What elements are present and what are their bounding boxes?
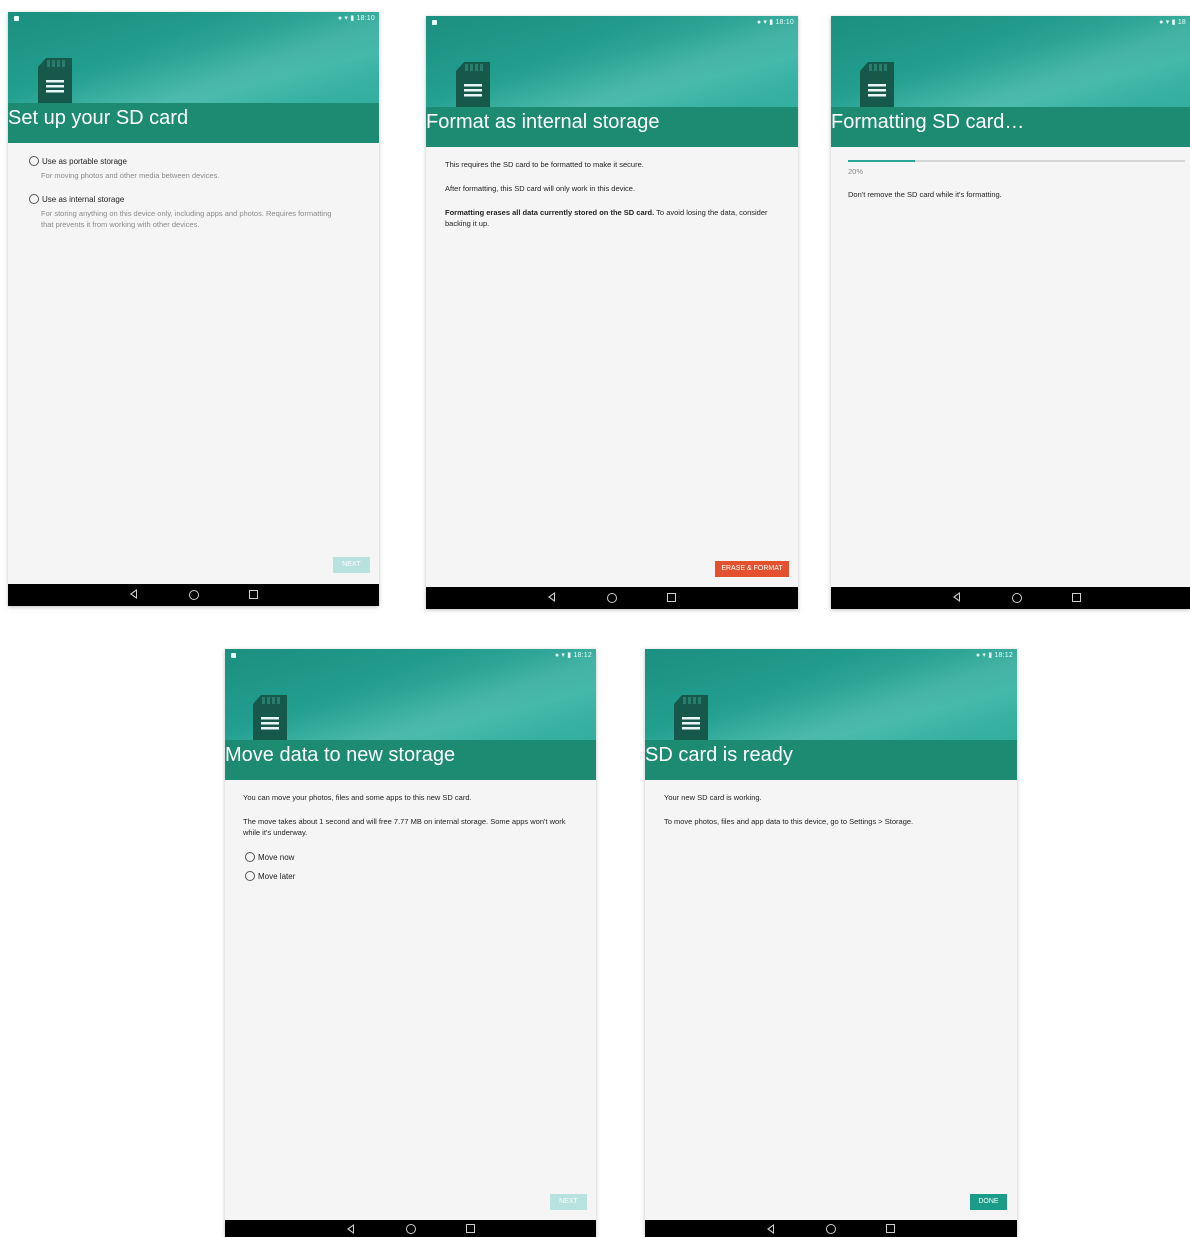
status-bar: ● ▾ ▮ 18:10	[756, 19, 794, 26]
title-bar: Formatting SD card…	[831, 107, 1190, 147]
option-move-now[interactable]: Move now	[245, 852, 294, 862]
screen-setup-sd-card: ● ▾ ▮ 18:10 Set up your SD card Use as p…	[8, 12, 379, 606]
option-description: For moving photos and other media betwee…	[41, 171, 220, 180]
body-text: This requires the SD card to be formatte…	[445, 160, 644, 169]
back-icon[interactable]	[347, 1224, 354, 1234]
page-title: SD card is ready	[645, 744, 793, 766]
home-icon[interactable]	[607, 593, 617, 603]
warning-text: Formatting erases all data currently sto…	[445, 207, 775, 229]
progress-fill	[848, 160, 916, 162]
home-icon[interactable]	[826, 1224, 836, 1234]
option-label: Move now	[258, 853, 295, 862]
navigation-bar	[645, 1220, 1017, 1237]
recent-apps-icon[interactable]	[466, 1224, 475, 1233]
back-icon[interactable]	[767, 1224, 774, 1234]
erase-format-button[interactable]: ERASE & FORMAT	[715, 561, 789, 577]
status-time: 18	[1177, 19, 1186, 26]
navigation-bar	[426, 587, 798, 609]
sd-card-icon	[456, 62, 490, 108]
status-time: 18:10	[775, 19, 794, 26]
next-button[interactable]: NEXT	[550, 1194, 587, 1210]
next-button[interactable]: NEXT	[333, 557, 370, 573]
page-title: Formatting SD card…	[831, 111, 1025, 133]
screen-format-internal: ● ▾ ▮ 18:10 Format as internal storage T…	[426, 16, 798, 609]
status-time: 18:10	[356, 15, 375, 22]
title-bar: Move data to new storage	[225, 740, 596, 780]
radio-button[interactable]	[29, 194, 39, 204]
home-icon[interactable]	[189, 590, 199, 600]
screen-move-data: ● ▾ ▮ 18:12 Move data to new storage You…	[225, 649, 596, 1237]
home-icon[interactable]	[406, 1224, 416, 1234]
recent-apps-icon[interactable]	[1072, 593, 1081, 602]
warning-bold: Formatting erases all data currently sto…	[445, 208, 655, 217]
option-label: Use as portable storage	[42, 157, 127, 166]
page-title: Move data to new storage	[225, 744, 456, 766]
option-move-later[interactable]: Move later	[245, 871, 295, 881]
sd-card-icon	[860, 62, 894, 108]
page-title: Format as internal storage	[426, 111, 660, 133]
screen-sd-card-ready: ● ▾ ▮ 18:12 SD card is ready Your new SD…	[645, 649, 1017, 1237]
option-portable-storage[interactable]: Use as portable storage	[29, 156, 127, 166]
status-time: 18:12	[994, 652, 1013, 659]
option-label: Use as internal storage	[42, 195, 125, 204]
done-button[interactable]: DONE	[970, 1194, 1007, 1210]
status-bar: ● ▾ ▮ 18:12	[554, 652, 592, 659]
back-icon[interactable]	[548, 592, 555, 602]
body-text: Don't remove the SD card while it's form…	[848, 190, 1002, 199]
navigation-bar	[831, 587, 1190, 609]
title-bar: SD card is ready	[645, 740, 1017, 780]
home-icon[interactable]	[1012, 593, 1022, 603]
page-title: Set up your SD card	[8, 107, 189, 129]
progress-bar	[848, 160, 1185, 162]
body-text: After formatting, this SD card will only…	[445, 184, 636, 193]
notification-icon	[432, 20, 437, 25]
notification-icon	[231, 653, 236, 658]
screen-formatting: ● ▾ ▮ 18 Formatting SD card… 20% Don't r…	[831, 16, 1190, 609]
option-label: Move later	[258, 872, 296, 881]
status-time: 18:12	[573, 652, 592, 659]
body-text: Your new SD card is working.	[664, 793, 762, 802]
body-text: To move photos, files and app data to th…	[664, 817, 914, 826]
sd-card-icon	[253, 695, 287, 741]
back-icon[interactable]	[130, 589, 137, 599]
recent-apps-icon[interactable]	[249, 590, 258, 599]
option-description: For storing anything on this device only…	[41, 209, 332, 229]
notification-icon	[14, 16, 19, 21]
body-text: You can move your photos, files and some…	[243, 793, 472, 802]
back-icon[interactable]	[953, 592, 960, 602]
recent-apps-icon[interactable]	[886, 1224, 895, 1233]
radio-button[interactable]	[245, 852, 255, 862]
navigation-bar	[225, 1220, 596, 1237]
progress-label: 20%	[848, 167, 864, 176]
option-internal-storage[interactable]: Use as internal storage	[29, 194, 124, 204]
sd-card-icon	[38, 58, 72, 104]
status-bar: ● ▾ ▮ 18:10	[337, 15, 375, 22]
body-text: The move takes about 1 second and will f…	[243, 817, 566, 837]
status-bar: ● ▾ ▮ 18:12	[975, 652, 1013, 659]
navigation-bar	[8, 584, 379, 606]
radio-button[interactable]	[245, 871, 255, 881]
title-bar: Set up your SD card	[8, 103, 379, 143]
sd-card-icon	[674, 695, 708, 741]
title-bar: Format as internal storage	[426, 107, 798, 147]
radio-button[interactable]	[29, 156, 39, 166]
status-bar: ● ▾ ▮ 18	[1159, 19, 1186, 26]
recent-apps-icon[interactable]	[667, 593, 676, 602]
